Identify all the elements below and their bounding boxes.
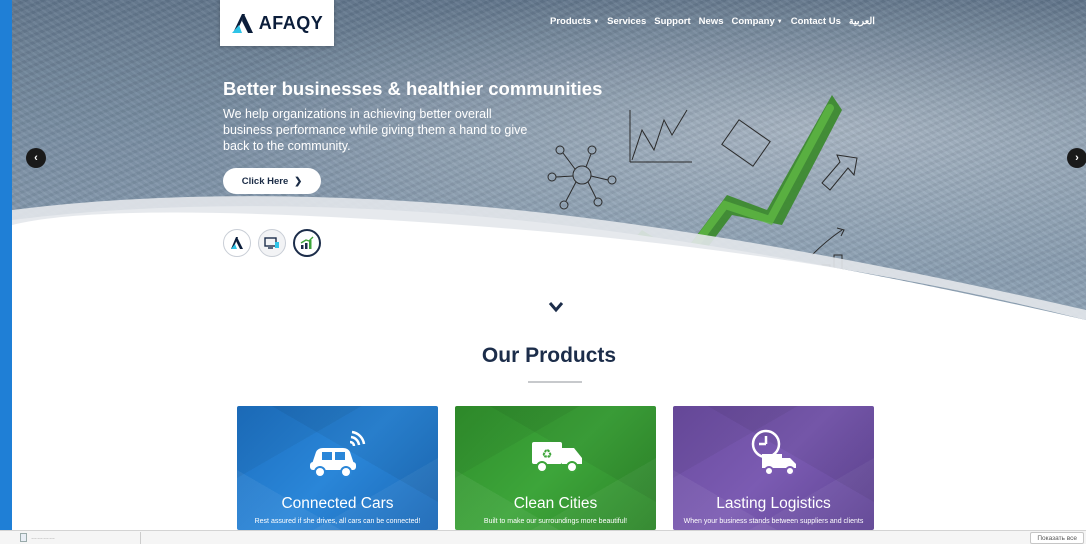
nav-services-label: Services [607, 16, 647, 27]
hero-title: Better businesses & healthier communitie… [223, 78, 603, 99]
card-title: Lasting Logistics [716, 495, 831, 512]
hero-banner [12, 0, 1086, 320]
slide-2-button[interactable] [258, 229, 286, 257]
card-subtitle: Built to make our surroundings more beau… [483, 518, 628, 525]
divider [140, 532, 141, 544]
afaqy-logo-icon [231, 14, 253, 33]
download-file-label: ………… [31, 534, 55, 541]
card-subtitle: When your business stands between suppli… [683, 518, 864, 525]
hero-description: We help organizations in achieving bette… [223, 107, 528, 153]
click-here-button[interactable]: Click Here ❯ [223, 168, 321, 194]
cta-label: Click Here [241, 175, 289, 187]
chevron-right-icon: › [1075, 152, 1079, 164]
nav-products-label: Products [550, 16, 592, 27]
scroll-down-icon[interactable] [548, 300, 564, 314]
connected-car-icon [237, 428, 438, 478]
nav-contact[interactable]: Contact Us [787, 16, 845, 27]
svg-text:♻: ♻ [541, 447, 552, 461]
heading-divider [528, 381, 582, 383]
chevron-right-icon: ❯ [294, 175, 303, 187]
hero-wave [12, 196, 1086, 320]
logo[interactable]: AFAQY [220, 0, 334, 46]
download-bar: ………… Показать все [0, 530, 1086, 544]
nav-contact-label: Contact Us [790, 16, 841, 27]
main-nav: Products ▼ Services Support News Company ▼… [546, 16, 879, 27]
nav-news-label: News [698, 16, 724, 27]
card-title: Clean Cities [513, 495, 598, 512]
product-card-clean-cities[interactable]: ♻ Clean Cities Built to make our surroun… [455, 406, 656, 530]
product-card-lasting-logistics[interactable]: Lasting Logistics When your business sta… [673, 406, 874, 530]
prev-slide-button[interactable]: ‹ [26, 148, 46, 168]
slide-1-button[interactable] [223, 229, 251, 257]
nav-arabic[interactable]: العربية [845, 16, 879, 27]
nav-support[interactable]: Support [650, 16, 694, 27]
chevron-left-icon: ‹ [34, 152, 38, 164]
devices-icon [264, 237, 279, 249]
nav-news[interactable]: News [695, 16, 728, 27]
page: AFAQY Products ▼ Services Support News Co… [12, 0, 1086, 544]
nav-products[interactable]: Products ▼ [546, 16, 603, 27]
growth-chart-icon [300, 236, 314, 249]
nav-arabic-label: العربية [848, 16, 875, 27]
afaqy-icon [231, 237, 243, 249]
file-icon [20, 533, 27, 542]
brand-name: AFAQY [258, 12, 324, 33]
nav-company-label: Company [731, 16, 775, 27]
next-slide-button[interactable]: › [1067, 148, 1086, 168]
nav-company[interactable]: Company ▼ [727, 16, 786, 27]
chevron-down-icon: ▼ [593, 18, 600, 25]
show-all-button[interactable]: Показать все [1030, 532, 1084, 544]
garbage-truck-icon: ♻ [455, 428, 656, 478]
nav-support-label: Support [654, 16, 691, 27]
products-heading: Our Products [481, 344, 617, 367]
product-card-connected-cars[interactable]: Connected Cars Rest assured if she drive… [237, 406, 438, 530]
clock-truck-icon [673, 428, 874, 478]
card-subtitle: Rest assured if she drives, all cars can… [254, 518, 421, 525]
nav-services[interactable]: Services [603, 16, 650, 27]
download-item[interactable]: ………… [20, 533, 55, 542]
chevron-down-icon: ▼ [776, 18, 783, 25]
card-title: Connected Cars [281, 495, 394, 512]
slide-3-button[interactable] [293, 229, 321, 257]
